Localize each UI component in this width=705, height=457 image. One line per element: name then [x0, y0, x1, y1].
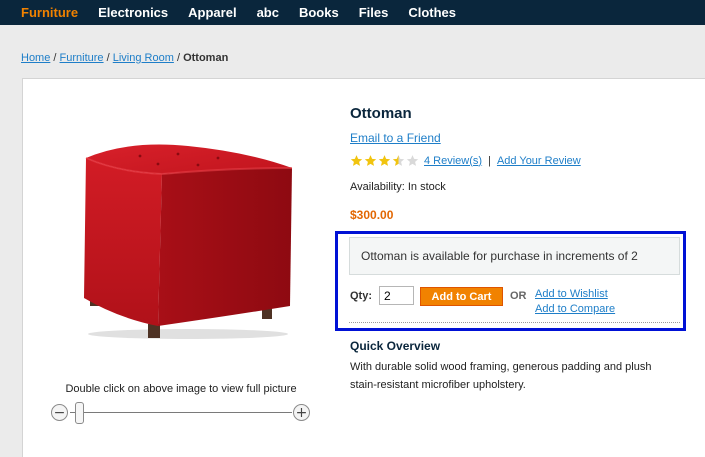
add-to-cart-button[interactable]: Add to Cart — [420, 287, 503, 306]
top-navigation: Furniture Electronics Apparel abc Books … — [0, 0, 705, 25]
zoom-slider-track[interactable] — [70, 412, 292, 413]
breadcrumb-separator: / — [176, 52, 181, 64]
breadcrumb-furniture-link[interactable]: Furniture — [60, 52, 104, 64]
nav-item-files[interactable]: Files — [359, 5, 389, 20]
breadcrumb: Home / Furniture / Living Room / Ottoman — [21, 52, 228, 64]
nav-item-furniture[interactable]: Furniture — [21, 5, 78, 20]
or-separator: OR — [510, 290, 527, 302]
qty-input[interactable] — [379, 286, 414, 305]
image-caption: Double click on above image to view full… — [65, 383, 297, 395]
star-half-icon — [392, 155, 405, 166]
breadcrumb-living-room-link[interactable]: Living Room — [113, 52, 174, 64]
rating-row: 4 Review(s) | Add Your Review — [350, 154, 581, 167]
purchase-increment-notice: Ottoman is available for purchase in inc… — [349, 237, 680, 275]
breadcrumb-home-link[interactable]: Home — [21, 52, 50, 64]
rating-stars — [350, 154, 420, 167]
zoom-out-button[interactable]: − — [51, 404, 68, 421]
quick-overview-title: Quick Overview — [350, 339, 441, 353]
add-review-link[interactable]: Add Your Review — [497, 155, 581, 167]
ratings-separator: | — [488, 154, 491, 167]
email-to-friend-link[interactable]: Email to a Friend — [350, 131, 441, 145]
zoom-slider-handle[interactable] — [75, 402, 84, 424]
star-empty-icon — [406, 155, 419, 166]
nav-item-apparel[interactable]: Apparel — [188, 5, 236, 20]
product-title: Ottoman — [350, 105, 412, 122]
product-image[interactable] — [78, 138, 298, 343]
star-full-icon — [378, 155, 391, 166]
nav-item-electronics[interactable]: Electronics — [98, 5, 168, 20]
breadcrumb-separator: / — [53, 52, 57, 64]
qty-label: Qty: — [350, 290, 372, 302]
product-price: $300.00 — [350, 208, 394, 222]
add-to-compare-link[interactable]: Add to Compare — [535, 303, 615, 315]
nav-item-abc[interactable]: abc — [257, 5, 279, 20]
reviews-link[interactable]: 4 Review(s) — [424, 155, 482, 167]
star-full-icon — [350, 155, 363, 166]
star-full-icon — [364, 155, 377, 166]
quick-overview-text: With durable solid wood framing, generou… — [350, 361, 652, 391]
breadcrumb-separator: / — [106, 52, 110, 64]
breadcrumb-current: Ottoman — [183, 52, 229, 64]
divider — [349, 322, 680, 323]
nav-item-clothes[interactable]: Clothes — [408, 5, 456, 20]
nav-item-books[interactable]: Books — [299, 5, 339, 20]
availability-status: Availability: In stock — [350, 181, 446, 193]
zoom-in-button[interactable]: + — [293, 404, 310, 421]
add-to-wishlist-link[interactable]: Add to Wishlist — [535, 288, 608, 300]
